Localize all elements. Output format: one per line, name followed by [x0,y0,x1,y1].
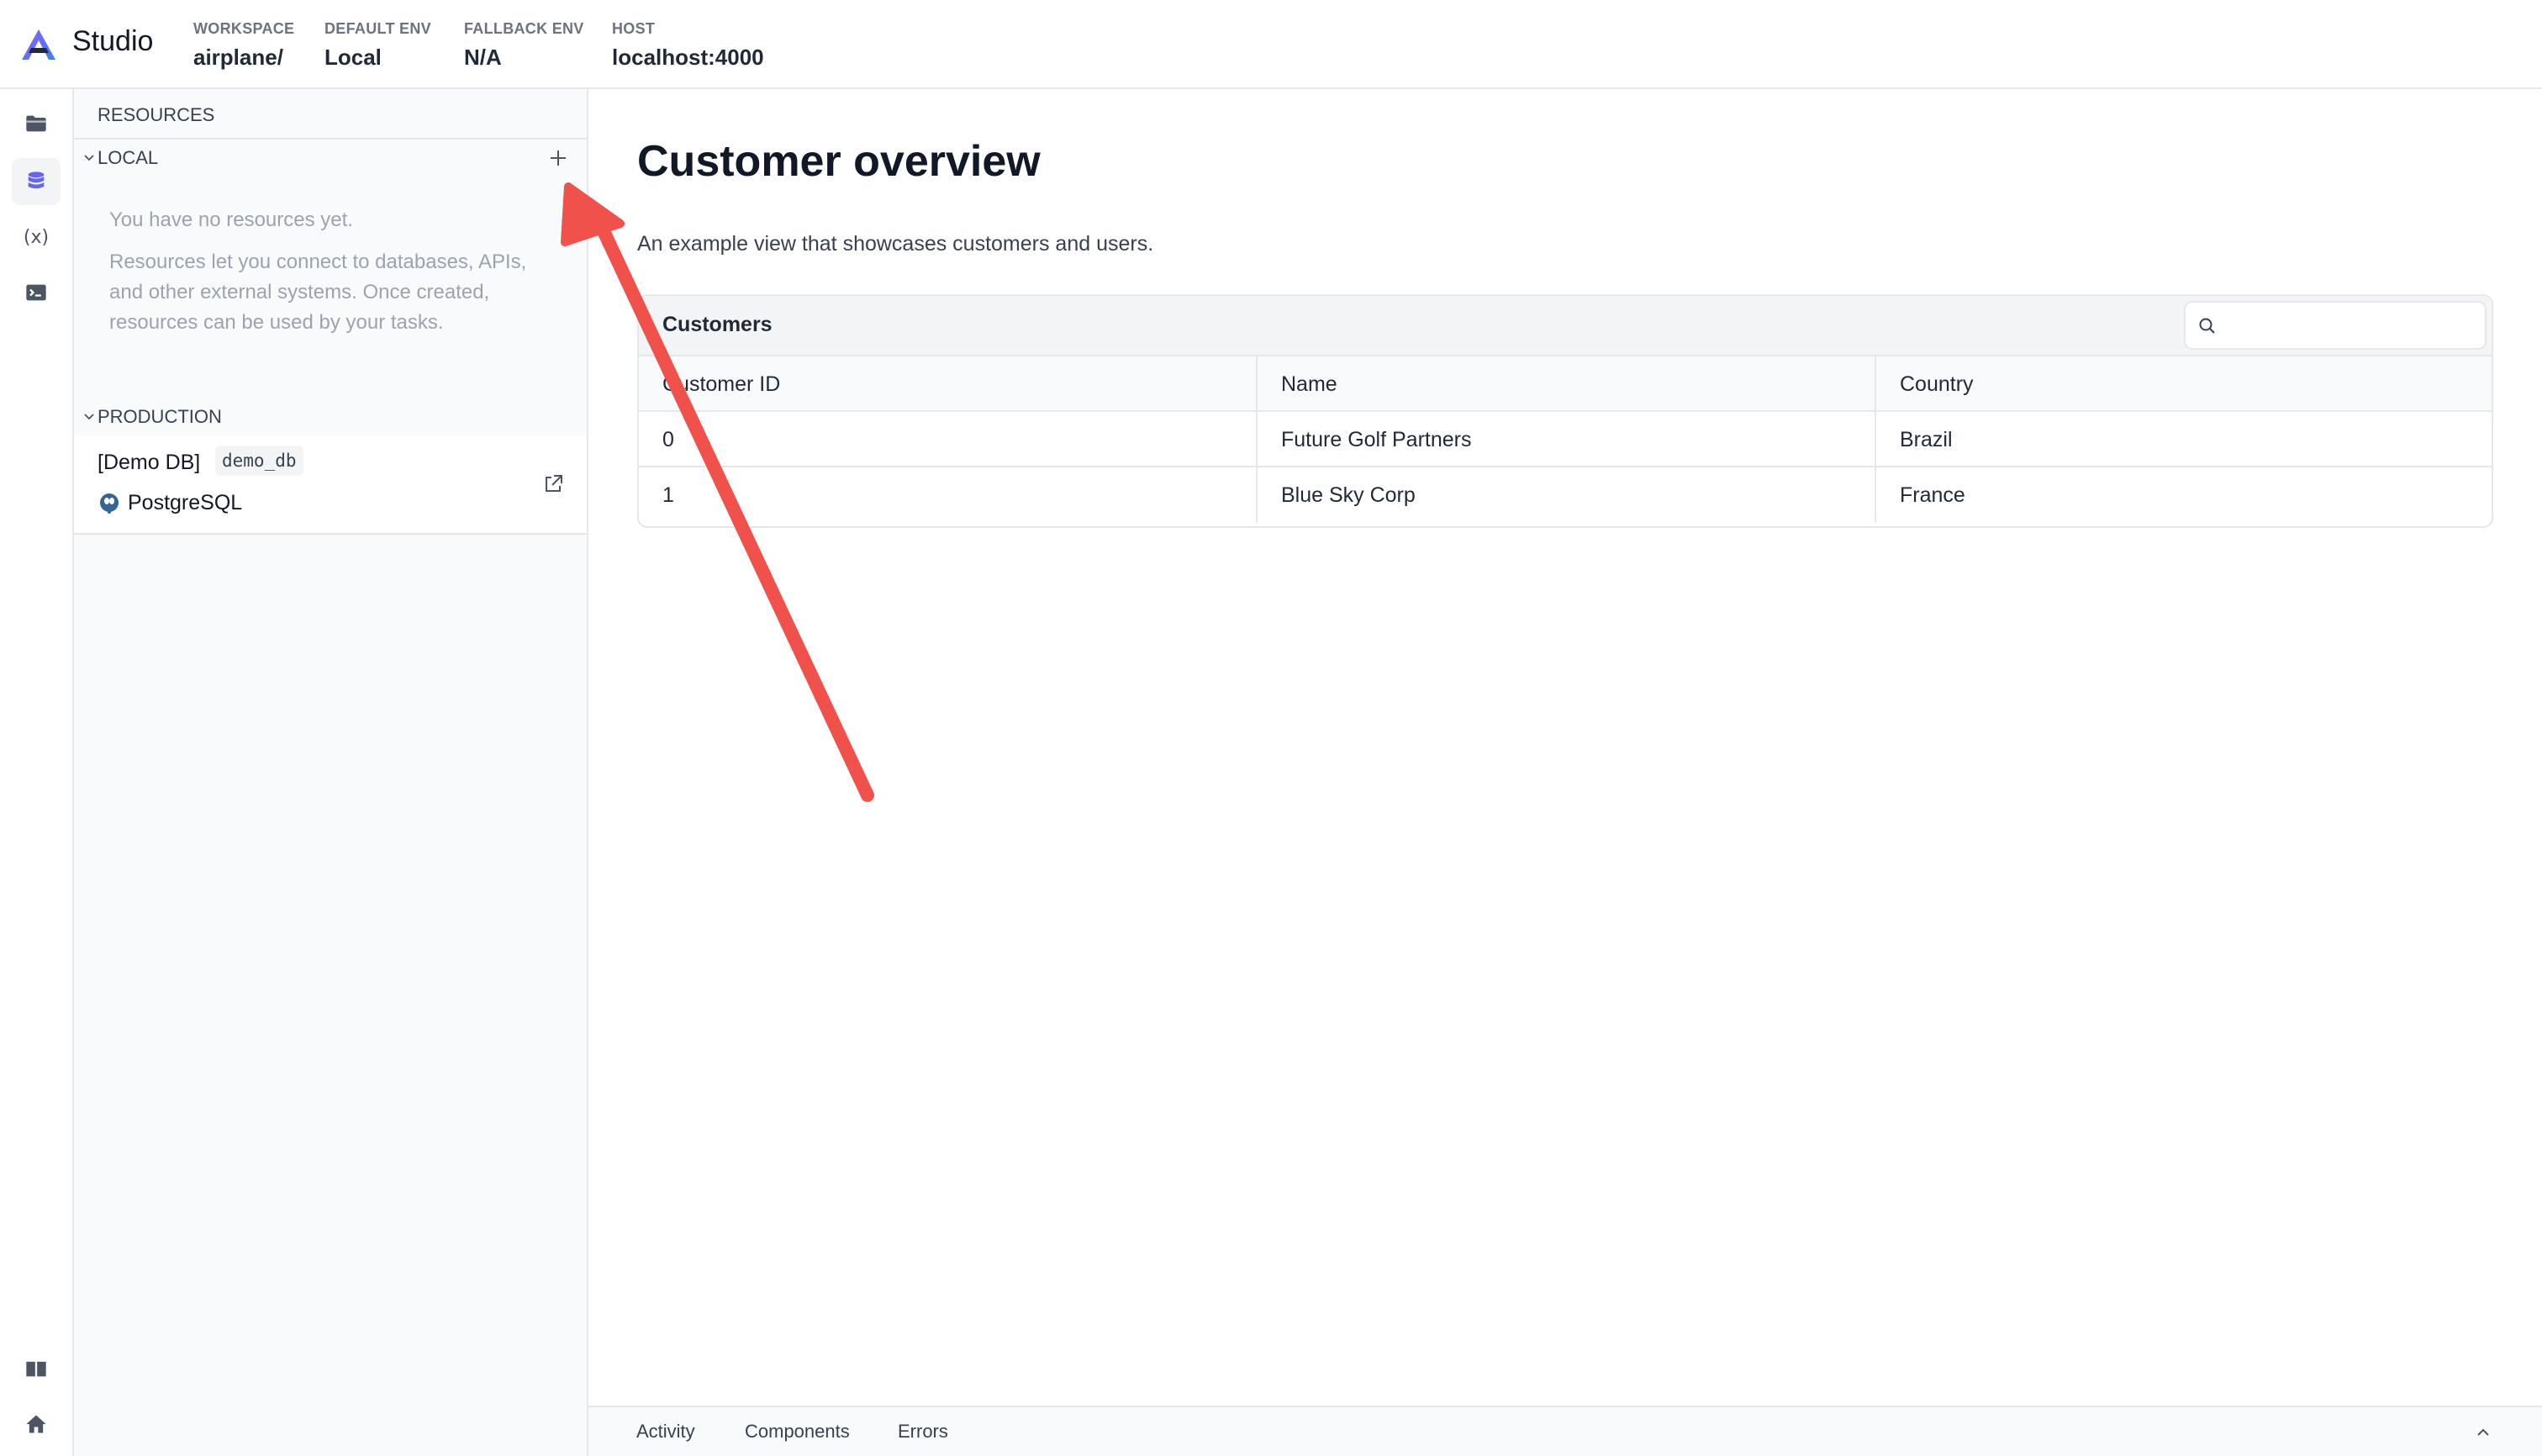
postgresql-icon [100,493,119,514]
table-cell: Future Golf Partners [1258,412,1876,467]
rail-docs-button[interactable] [12,1345,61,1392]
default-env-meta: DEFAULT ENV Local [324,20,431,71]
table-row[interactable]: 0 Future Golf Partners Brazil [639,412,2492,467]
chevron-down-icon [84,155,94,161]
page-title: Customer overview [637,137,1041,186]
workspace-value: airplane/ [193,45,283,70]
column-header-customer-id[interactable]: Customer ID [639,356,1258,412]
column-header-name[interactable]: Name [1258,356,1876,412]
resource-type-label: PostgreSQL [128,491,243,514]
variable-icon: (x) [23,226,50,248]
search-icon [2199,318,2215,334]
workspace-meta: WORKSPACE airplane/ [193,20,294,71]
host-label: HOST [612,20,656,37]
resource-name: [Demo DB] [98,451,201,474]
empty-state-body: Resources let you connect to databases, … [109,251,527,334]
table-cell: 0 [639,412,1258,467]
fallback-env-value: N/A [464,45,502,70]
bottom-panel-bar: Activity Components Errors [588,1406,2542,1456]
folder-icon [26,115,46,132]
resource-slug-badge: demo_db [215,446,303,476]
local-section-label: LOCAL [98,147,159,168]
production-section-label: PRODUCTION [98,406,222,427]
host-meta: HOST localhost:4000 [612,20,764,71]
local-section-header[interactable]: LOCAL [74,140,587,177]
database-icon [28,171,45,189]
page-description: An example view that showcases customers… [637,232,1154,256]
icon-rail: (x) [0,89,74,1456]
resources-panel-title: RESOURCES [98,104,215,125]
rail-variables-button[interactable]: (x) [12,214,61,261]
customers-table: Customers Customer ID Name Country 0 Fut… [637,294,2493,528]
tab-components[interactable]: Components [745,1421,850,1443]
search-input[interactable] [2226,311,2475,341]
empty-state-title: You have no resources yet. [109,208,353,231]
rail-resources-button[interactable] [12,158,61,205]
table-search[interactable] [2184,301,2487,350]
top-header: Studio WORKSPACE airplane/ DEFAULT ENV L… [0,0,2542,89]
table-cell: 1 [639,467,1258,523]
table-title: Customers [662,313,773,336]
host-value: localhost:4000 [612,45,764,70]
default-env-label: DEFAULT ENV [324,20,431,37]
book-icon [26,1361,46,1377]
table-header-row: Customer ID Name Country [639,356,2492,412]
column-header-country[interactable]: Country [1876,356,2492,412]
table-cell: Brazil [1900,427,1953,451]
tab-errors[interactable]: Errors [898,1421,948,1443]
main-content: Customer overview An example view that s… [588,89,2542,1406]
workspace-label: WORKSPACE [193,20,295,37]
table-cell: France [1900,483,1965,507]
default-env-value: Local [324,45,382,70]
table-toolbar: Customers [639,296,2492,356]
fallback-env-meta: FALLBACK ENV N/A [464,20,584,71]
fallback-env-label: FALLBACK ENV [464,20,584,37]
home-icon [26,1415,46,1433]
rail-files-button[interactable] [12,100,61,147]
production-section-header[interactable]: PRODUCTION [74,398,587,435]
external-link-icon[interactable] [541,472,565,496]
table-cell: Blue Sky Corp [1258,467,1876,523]
rail-home-button[interactable] [12,1401,61,1448]
tab-activity[interactable]: Activity [636,1421,695,1443]
rail-terminal-button[interactable] [12,269,61,316]
resources-panel: RESOURCES LOCAL You have no resources ye… [74,89,588,1456]
airplane-logo-icon[interactable] [20,28,57,61]
chevron-down-icon [84,414,94,420]
terminal-icon [26,284,46,301]
resource-item-demo-db[interactable]: [Demo DB] demo_db PostgreSQL [74,435,587,535]
app-title: Studio [72,25,154,57]
chevron-up-icon[interactable] [2473,1422,2493,1443]
add-resource-plus-icon[interactable] [545,145,572,171]
resource-type: PostgreSQL [98,491,242,515]
table-row[interactable]: 1 Blue Sky Corp France [639,467,2492,523]
